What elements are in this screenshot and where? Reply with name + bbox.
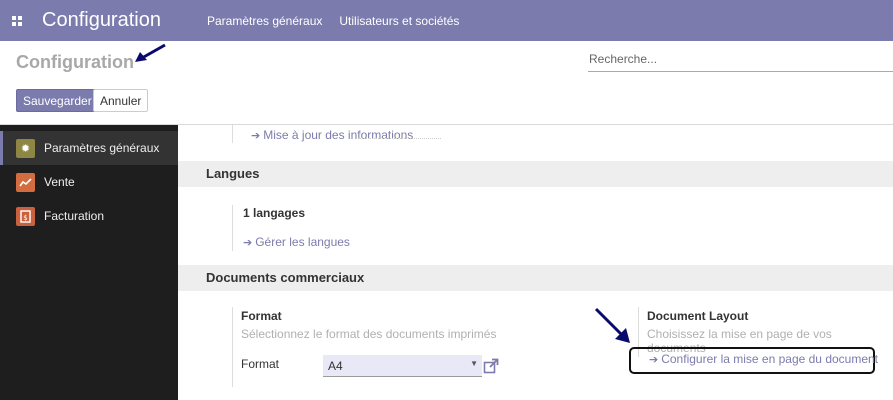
menu-item-users-companies[interactable]: Utilisateurs et sociétés: [339, 14, 459, 28]
top-navbar: Configuration Paramètres généraux Utilis…: [0, 0, 893, 41]
annotation-arrow-icon: [594, 307, 630, 343]
grid-icon: [12, 15, 22, 26]
document-layout-title: Document Layout: [647, 309, 749, 323]
dotted-separator: [356, 138, 441, 139]
divider: [232, 307, 233, 387]
sidebar-item-label: Facturation: [44, 209, 105, 223]
cancel-button[interactable]: Annuler: [93, 89, 149, 112]
update-info-link[interactable]: ➔ Mise à jour des informations: [251, 128, 413, 142]
divider: [232, 125, 233, 143]
arrow-right-icon: ➔: [649, 354, 659, 366]
menu-item-general-settings[interactable]: Paramètres généraux: [207, 14, 322, 28]
format-select[interactable]: A4 ▼: [323, 355, 482, 377]
arrow-right-icon: ➔: [251, 130, 261, 142]
sidebar-item-facturation[interactable]: $ Facturation: [0, 199, 178, 233]
format-setting-title: Format: [241, 309, 282, 323]
page-title: Configuration: [16, 52, 134, 72]
format-help-text: Sélectionnez le format des documents imp…: [241, 327, 497, 341]
annotation-arrow-icon: [135, 43, 166, 62]
section-header-documents: Documents commerciaux: [178, 265, 893, 291]
sidebar-item-label: Paramètres généraux: [44, 141, 160, 155]
apps-menu-button[interactable]: [2, 0, 32, 41]
svg-text:$: $: [23, 214, 27, 222]
sidebar-item-vente[interactable]: Vente: [0, 165, 178, 199]
invoice-icon: $: [16, 206, 35, 226]
external-link-icon[interactable]: [483, 358, 499, 374]
settings-sidebar: ✹ Paramètres généraux Vente $ Facturatio…: [0, 125, 178, 400]
configure-layout-link[interactable]: ➔ Configurer la mise en page du document: [649, 352, 878, 366]
caret-down-icon: ▼: [470, 359, 478, 368]
app-brand[interactable]: Configuration: [42, 9, 161, 32]
save-button[interactable]: Sauvegarder: [16, 89, 99, 112]
chart-line-icon: [16, 172, 35, 192]
sidebar-item-general-settings[interactable]: ✹ Paramètres généraux: [0, 131, 178, 165]
format-select-value: A4: [328, 359, 343, 373]
languages-count: 1 langages: [243, 206, 306, 220]
format-field-label: Format: [241, 357, 280, 371]
divider: [232, 205, 233, 251]
section-header-langues: Langues: [178, 161, 893, 187]
gear-icon: ✹: [16, 138, 35, 158]
search-input[interactable]: Recherche...: [588, 52, 893, 72]
sidebar-item-label: Vente: [44, 175, 75, 189]
arrow-right-icon: ➔: [243, 237, 253, 249]
settings-content: ➔ Mise à jour des informations Langues 1 …: [178, 125, 893, 400]
manage-languages-link[interactable]: ➔ Gérer les langues: [243, 235, 350, 249]
top-menu: Paramètres généraux Utilisateurs et soci…: [207, 14, 476, 28]
